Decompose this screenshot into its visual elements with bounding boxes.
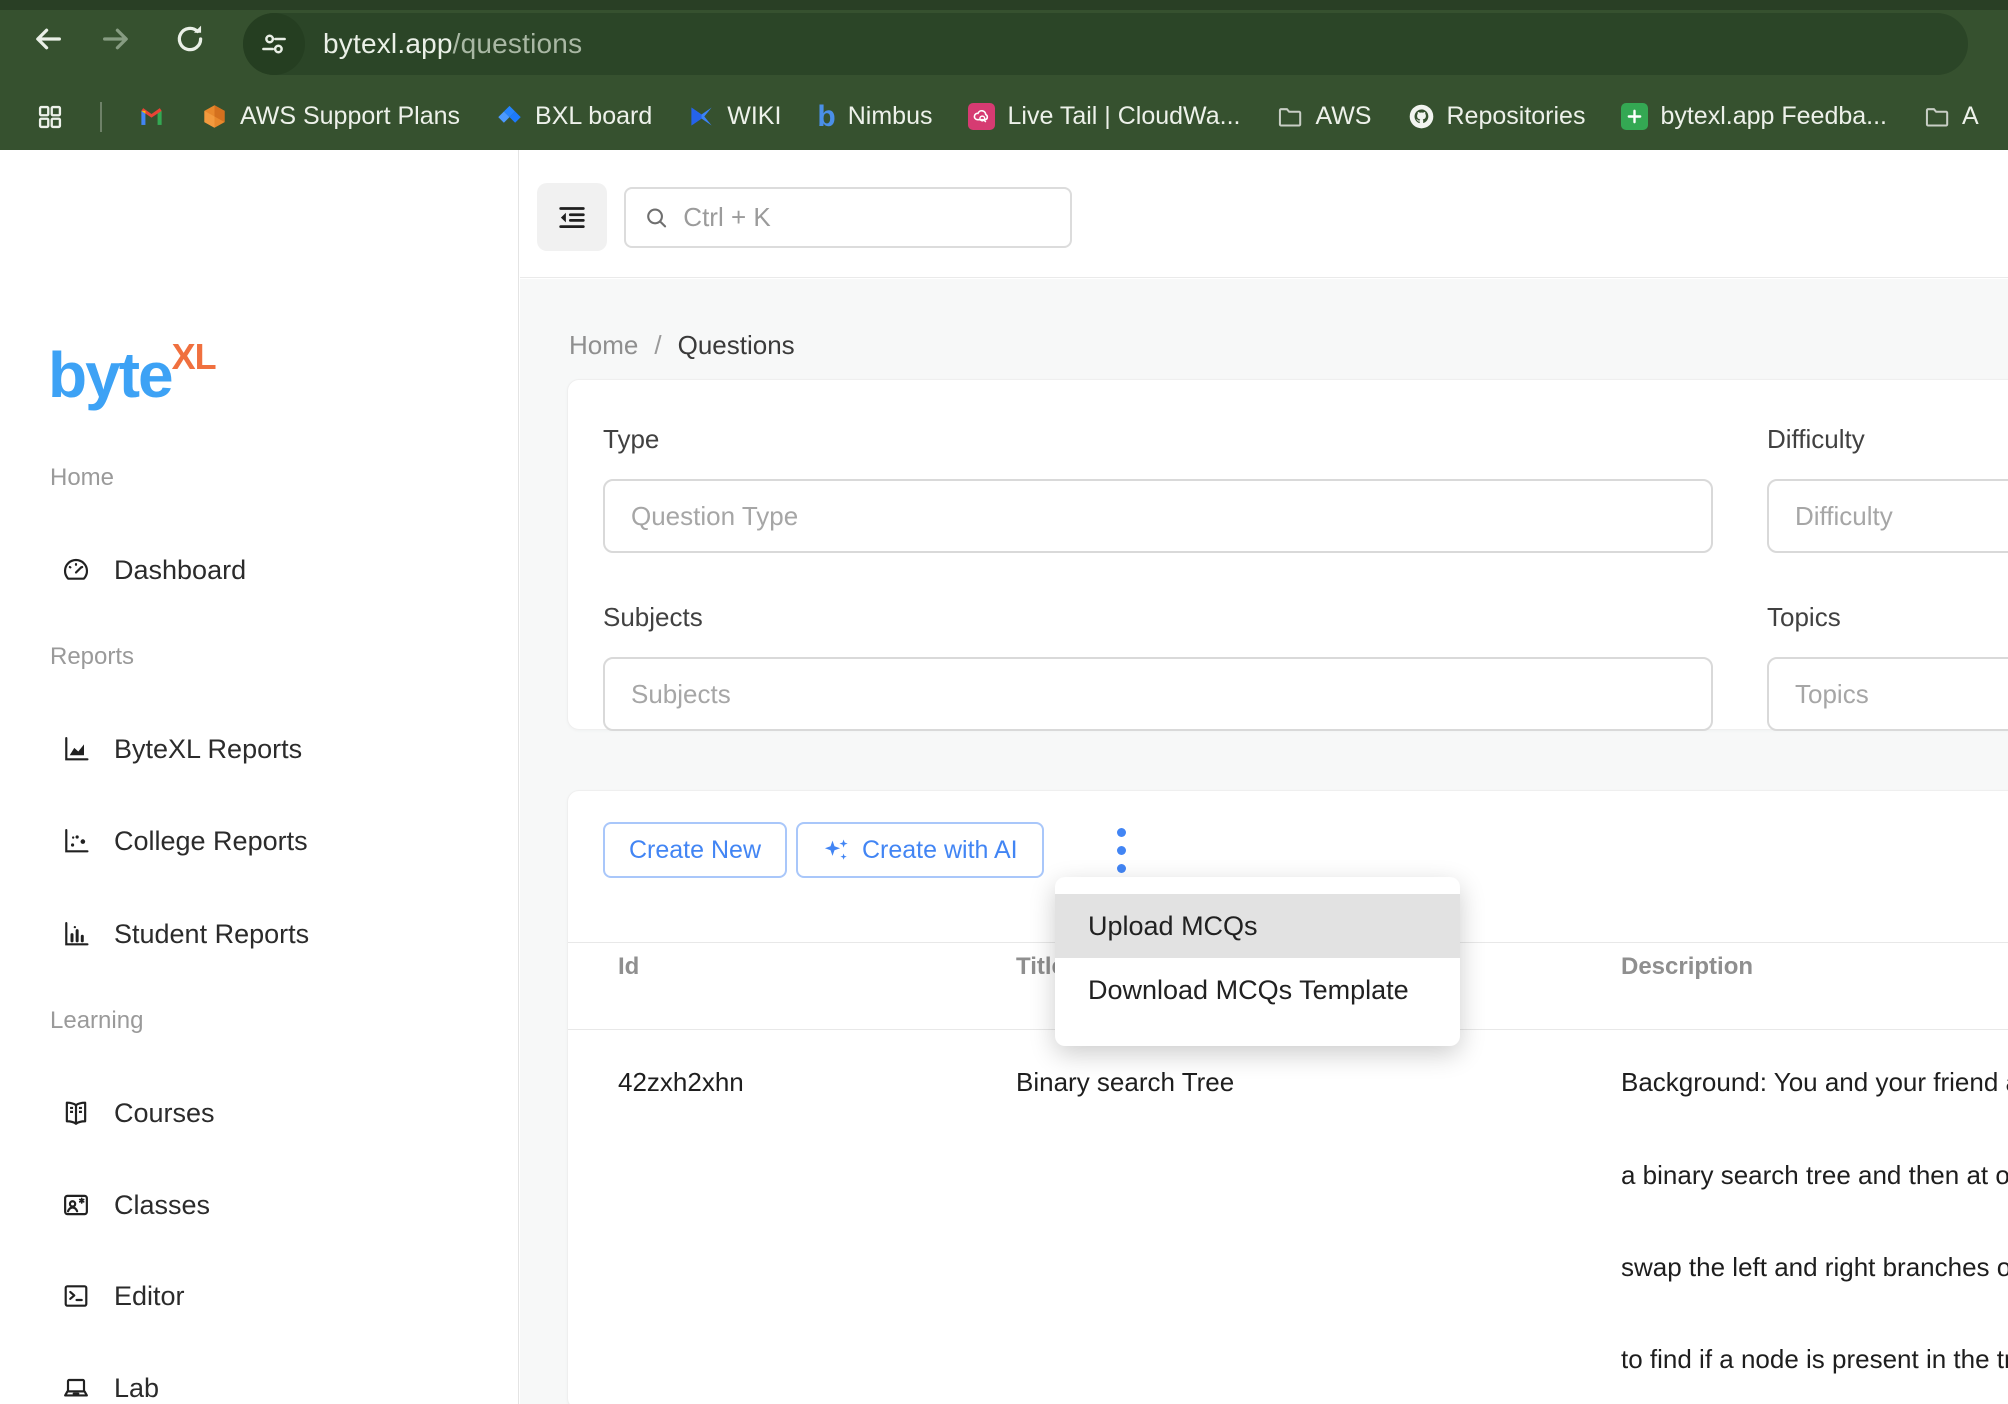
bookmark-bytexl-feedback[interactable]: bytexl.app Feedba...: [1621, 102, 1887, 131]
row-description-line: swap the left and right branches o: [1621, 1252, 2008, 1283]
kebab-dot: [1117, 846, 1126, 855]
sidebar-item-student-reports[interactable]: Student Reports: [0, 906, 519, 962]
actions-dropdown-menu: Upload MCQs Download MCQs Template: [1055, 877, 1460, 1046]
bookmark-nimbus[interactable]: b Nimbus: [817, 102, 932, 131]
screenshot-root: bytexl.app/questions AWS Support Plans: [0, 0, 2008, 1404]
bookmarks-bar: AWS Support Plans BXL board WIKI b Nimbu…: [0, 83, 2008, 150]
folder-icon: [1276, 103, 1303, 130]
scatter-chart-icon: [60, 825, 92, 857]
search-input[interactable]: [683, 202, 1052, 233]
sidebar-heading-reports: Reports: [50, 643, 134, 671]
subjects-input[interactable]: [603, 657, 1713, 731]
reload-icon: [173, 22, 207, 56]
sidebar-item-dashboard[interactable]: Dashboard: [0, 542, 519, 598]
sidebar-item-editor[interactable]: Editor: [0, 1268, 519, 1324]
topics-input[interactable]: [1767, 657, 2008, 731]
url-text: bytexl.app/questions: [323, 28, 582, 60]
github-icon: [1408, 103, 1435, 130]
bookmark-aws-folder[interactable]: AWS: [1276, 102, 1371, 131]
kebab-dot: [1117, 828, 1126, 837]
create-with-ai-button[interactable]: Create with AI: [796, 822, 1044, 878]
sidebar-heading-learning: Learning: [50, 1007, 143, 1035]
bookmarks-divider: [100, 102, 102, 132]
bookmark-gmail[interactable]: [138, 103, 165, 130]
class-card-icon: [60, 1189, 92, 1221]
filter-label-subjects: Subjects: [603, 602, 703, 633]
url-bar[interactable]: bytexl.app/questions: [243, 13, 1968, 75]
row-description-line: Background: You and your friend a: [1621, 1067, 2008, 1098]
breadcrumb-home-link[interactable]: Home: [569, 330, 638, 361]
sidebar-item-classes[interactable]: Classes: [0, 1177, 519, 1233]
ai-sparkles-icon: [822, 836, 850, 864]
apps-grid-icon: [36, 103, 64, 131]
back-button[interactable]: [28, 17, 68, 61]
question-type-input[interactable]: [603, 479, 1713, 553]
bytexl-logo: byteXL: [48, 336, 216, 412]
collapse-sidebar-icon: [555, 200, 589, 234]
back-arrow-icon: [31, 22, 65, 56]
sidebar-item-lab[interactable]: Lab: [0, 1360, 519, 1404]
aws-box-icon: [201, 103, 228, 130]
bookmark-live-tail-cloudwatch[interactable]: Live Tail | CloudWa...: [968, 102, 1240, 131]
filter-label-type: Type: [603, 424, 659, 455]
reload-button[interactable]: [168, 17, 212, 61]
bookmark-bxl-board[interactable]: BXL board: [496, 102, 652, 131]
book-icon: [60, 1097, 92, 1129]
tab-strip-edge: [0, 0, 2008, 10]
breadcrumb-current: Questions: [678, 330, 795, 361]
bar-chart-icon: [60, 918, 92, 950]
search-icon: [644, 204, 669, 232]
row-description-line: a binary search tree and then at oc: [1621, 1160, 2008, 1191]
breadcrumb: Home / Questions: [569, 330, 795, 361]
tune-icon: [259, 29, 289, 59]
row-title-cell: Binary search Tree: [1016, 1067, 1234, 1098]
bookmark-wiki[interactable]: WIKI: [688, 102, 781, 131]
site-settings-button[interactable]: [243, 13, 305, 75]
sidebar-item-courses[interactable]: Courses: [0, 1085, 519, 1141]
breadcrumb-separator: /: [654, 330, 661, 361]
nimbus-icon: b: [817, 103, 835, 130]
kebab-dot: [1117, 864, 1126, 873]
wiki-icon: [688, 103, 715, 130]
jira-icon: [496, 103, 523, 130]
create-new-button[interactable]: Create New: [603, 822, 787, 878]
bookmark-folder-a[interactable]: A: [1923, 102, 1979, 131]
area-chart-icon: [60, 733, 92, 765]
sidebar-collapse-button[interactable]: [537, 183, 607, 251]
apps-grid-button[interactable]: [36, 103, 64, 131]
browser-toolbar: bytexl.app/questions AWS Support Plans: [0, 0, 2008, 150]
row-description-line: to find if a node is present in the tr: [1621, 1344, 2008, 1375]
menu-item-upload-mcqs[interactable]: Upload MCQs: [1055, 894, 1460, 958]
more-actions-kebab-button[interactable]: [1099, 822, 1143, 878]
gmail-icon: [138, 103, 165, 130]
column-header-description: Description: [1621, 953, 1753, 981]
forward-arrow-icon: [99, 22, 133, 56]
gauge-icon: [60, 554, 92, 586]
column-header-id: Id: [618, 953, 639, 981]
folder-icon: [1923, 103, 1950, 130]
forward-button[interactable]: [96, 17, 136, 61]
sidebar-item-college-reports[interactable]: College Reports: [0, 813, 519, 869]
url-path: /questions: [453, 28, 583, 59]
menu-item-download-mcqs-template[interactable]: Download MCQs Template: [1055, 958, 1460, 1022]
row-id-cell: 42zxh2xhn: [618, 1067, 744, 1098]
sidebar-item-bytexl-reports[interactable]: ByteXL Reports: [0, 721, 519, 777]
filter-label-topics: Topics: [1767, 602, 1841, 633]
url-host: bytexl.app: [323, 28, 453, 59]
difficulty-input[interactable]: [1767, 479, 2008, 553]
global-search: [624, 187, 1072, 248]
bookmark-repositories[interactable]: Repositories: [1408, 102, 1586, 131]
laptop-icon: [60, 1372, 92, 1404]
sidebar-heading-home: Home: [50, 464, 114, 492]
cloudwatch-icon: [968, 103, 995, 130]
sheets-icon: [1621, 103, 1648, 130]
filter-label-difficulty: Difficulty: [1767, 424, 1865, 455]
filters-card: Type Difficulty Subjects Topics: [567, 379, 2008, 730]
sidebar: byteXL Home Dashboard Reports ByteXL Rep…: [0, 150, 519, 1404]
terminal-icon: [60, 1280, 92, 1312]
bookmark-aws-support-plans[interactable]: AWS Support Plans: [201, 102, 460, 131]
